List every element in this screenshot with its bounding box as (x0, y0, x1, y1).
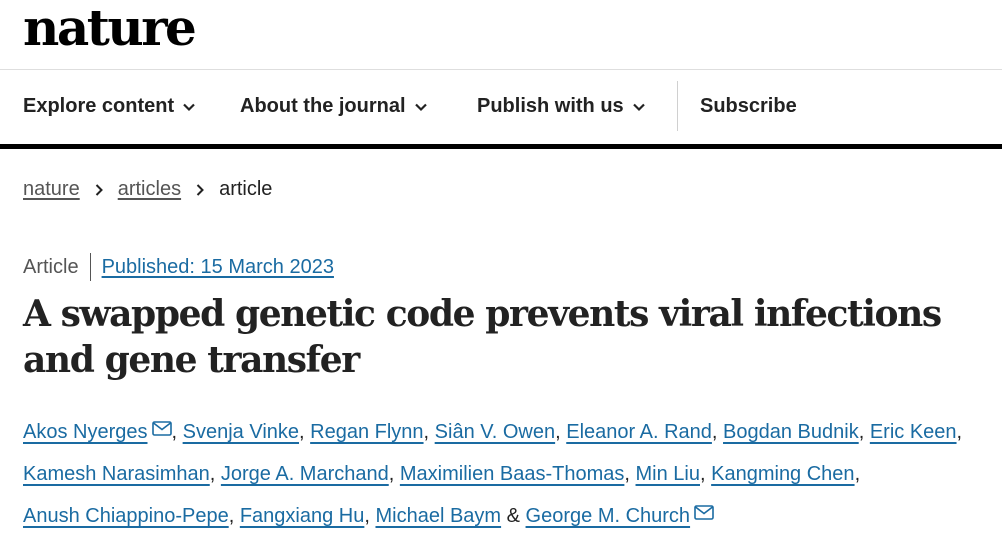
author-entry: Regan Flynn (310, 421, 423, 443)
nature-logo[interactable]: nature (23, 0, 197, 57)
published-date-link[interactable]: Published: 15 March 2023 (102, 256, 334, 279)
header-logo-bar: nature (0, 0, 1002, 70)
author-entry: Kangming Chen (711, 463, 854, 485)
author-entry: Michael Baym (375, 505, 501, 527)
nav-subscribe[interactable]: Subscribe (700, 95, 797, 118)
chevron-down-icon (183, 103, 195, 111)
nav-subscribe-label: Subscribe (700, 95, 797, 117)
meta-divider (89, 253, 91, 281)
chevron-down-icon (414, 103, 427, 111)
author-link[interactable]: Anush Chiappino-Pepe (23, 505, 229, 527)
author-link[interactable]: Kangming Chen (711, 463, 854, 485)
author-link[interactable]: Akos Nyerges (23, 421, 148, 443)
email-icon[interactable] (694, 505, 714, 520)
author-link[interactable]: Maximilien Baas-Thomas (400, 463, 625, 485)
author-link[interactable]: Regan Flynn (310, 421, 423, 443)
author-link[interactable]: Bogdan Budnik (723, 421, 859, 443)
author-entry: Akos Nyerges (23, 421, 172, 443)
article-title: A swapped genetic code prevents viral in… (23, 293, 942, 381)
author-link[interactable]: Eleanor A. Rand (566, 421, 712, 443)
chevron-right-icon (95, 183, 103, 196)
article-type: Article (23, 255, 79, 278)
author-entry: Kamesh Narasimhan (23, 463, 210, 485)
nav-explore-content-label: Explore content (23, 95, 175, 117)
author-link[interactable]: George M. Church (526, 505, 691, 527)
email-icon[interactable] (151, 421, 172, 436)
chevron-down-icon (632, 103, 645, 111)
author-link[interactable]: Kamesh Narasimhan (23, 463, 210, 485)
author-list: Akos Nyerges, Svenja Vinke, Regan Flynn,… (23, 421, 963, 527)
author-link[interactable]: Siân V. Owen (435, 421, 555, 443)
nav-about-journal[interactable]: About the journal (240, 95, 428, 118)
author-link[interactable]: Michael Baym (375, 505, 501, 527)
main-nav: Explore content About the journal Publis… (0, 70, 1002, 144)
author-entry: George M. Church (526, 505, 715, 527)
author-entry: Bogdan Budnik (723, 421, 859, 443)
nav-divider (677, 81, 678, 131)
nav-about-journal-label: About the journal (240, 95, 406, 117)
author-ampersand: & (501, 505, 526, 527)
nav-explore-content[interactable]: Explore content (23, 95, 196, 118)
author-entry: Eleanor A. Rand (566, 421, 712, 443)
author-link[interactable]: Fangxiang Hu (240, 505, 365, 527)
breadcrumb-current: article (219, 178, 273, 200)
author-link[interactable]: Eric Keen (870, 421, 957, 443)
author-entry: Jorge A. Marchand (221, 463, 389, 485)
author-link[interactable]: Jorge A. Marchand (221, 463, 389, 485)
breadcrumb-articles-link[interactable]: articles (118, 178, 181, 201)
author-entry: Svenja Vinke (183, 421, 299, 443)
chevron-right-icon (196, 183, 204, 196)
breadcrumb: nature articles article (23, 178, 272, 201)
header-rule (0, 144, 1002, 149)
author-entry: Eric Keen (870, 421, 957, 443)
nav-publish-with-us[interactable]: Publish with us (477, 95, 646, 118)
author-entry: Maximilien Baas-Thomas (400, 463, 625, 485)
author-link[interactable]: Svenja Vinke (183, 421, 299, 443)
author-link[interactable]: Min Liu (636, 463, 700, 485)
author-entry: Anush Chiappino-Pepe (23, 505, 229, 527)
article-meta: Article Published: 15 March 2023 (23, 253, 334, 281)
author-entry: Min Liu (636, 463, 700, 485)
author-entry: Siân V. Owen (435, 421, 555, 443)
author-entry: Fangxiang Hu (240, 505, 365, 527)
nav-publish-with-us-label: Publish with us (477, 95, 624, 117)
breadcrumb-nature-link[interactable]: nature (23, 178, 80, 201)
